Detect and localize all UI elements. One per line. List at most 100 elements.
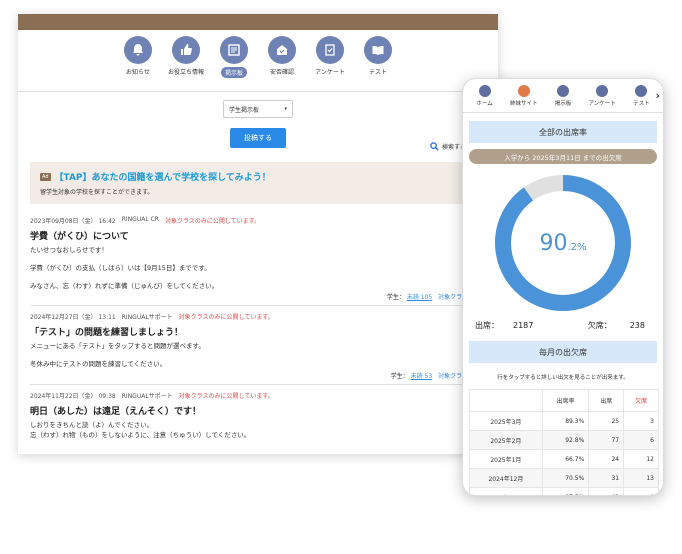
table-row[interactable]: 2024年11月87.5%426 bbox=[469, 487, 659, 495]
header-rate: 出席率 bbox=[541, 389, 590, 412]
unread-link[interactable]: 未読 105 bbox=[407, 294, 432, 301]
header-month bbox=[469, 389, 543, 412]
cell-rate: 70.5% bbox=[541, 468, 590, 488]
cell-month: 2024年11月 bbox=[469, 487, 543, 495]
board-select[interactable]: 学生掲示板 ▾ bbox=[223, 100, 293, 118]
post-item[interactable]: 2023年09月08日（金） 16:42 RINGUAL CR 対象クラスのみに… bbox=[30, 210, 486, 307]
house-check-icon bbox=[268, 36, 296, 64]
post-line: 冬休み中にテストの問題を練習してください。 bbox=[30, 360, 167, 369]
ad-banner[interactable]: Ad 【TAP】あなたの国籍を選んで学校を探してみよう！ 留学生対象の学校を探す… bbox=[30, 162, 486, 204]
nav-label: アンケート bbox=[315, 69, 345, 76]
nav-safety[interactable]: 安否確認 bbox=[262, 36, 302, 91]
phone-nav-test[interactable]: テスト bbox=[624, 85, 658, 112]
nav-notices[interactable]: お知らせ bbox=[118, 36, 158, 91]
post-body: メニューにある「テスト」をタップすると問題が選べます。 冬休み中にテストの問題を… bbox=[30, 342, 486, 369]
nav-label: 掲示板 bbox=[220, 67, 247, 78]
home-icon bbox=[478, 85, 491, 97]
monthly-hint: 行をタップすると詳しい出欠を見ることが出来ます。 bbox=[497, 375, 629, 381]
post-date: 2024年11月22日（金） 09:38 bbox=[30, 392, 116, 400]
top-bar bbox=[18, 14, 498, 30]
attendance-heading: 全部の出席率 bbox=[469, 121, 657, 143]
cell-absent: 6 bbox=[623, 430, 659, 450]
phone-nav-home[interactable]: ホーム bbox=[468, 85, 502, 112]
nav-board[interactable]: 掲示板 bbox=[214, 36, 254, 91]
header-absent: 欠席 bbox=[623, 389, 659, 412]
phone-nav-survey[interactable]: アンケート bbox=[585, 85, 619, 112]
board-content: 学生掲示板 ▾ 投稿する 検索する bbox=[18, 100, 498, 151]
post-button[interactable]: 投稿する bbox=[230, 128, 286, 148]
nav-survey[interactable]: アンケート bbox=[310, 36, 350, 91]
board-select-value: 学生掲示板 bbox=[229, 106, 260, 114]
cell-absent: 6 bbox=[623, 487, 659, 495]
phone-nav: ホーム 姉妹サイト 掲示板 アンケート テスト › bbox=[463, 79, 663, 113]
post-item[interactable]: 2024年11月22日（金） 09:38 RINGUALサポート 対象クラスのみ… bbox=[30, 385, 486, 453]
post-line: たいせつなおしらせです！ bbox=[30, 246, 108, 254]
nav-test[interactable]: テスト bbox=[358, 36, 398, 91]
post-title: 「テスト」の問題を練習しましょう！ bbox=[30, 328, 184, 339]
post-title: 明日（あした）は遠足（えんそく）です！ bbox=[30, 406, 202, 417]
attendance-counts: 出席： 2187 欠席： 238 bbox=[463, 314, 663, 331]
phone-nav-sister-sites[interactable]: 姉妹サイト bbox=[507, 85, 541, 112]
post-scope: 対象クラスのみに公開しています。 bbox=[178, 392, 274, 400]
cell-absent: 13 bbox=[623, 468, 659, 488]
cell-rate: 92.8% bbox=[541, 430, 590, 450]
ad-badge: Ad bbox=[40, 172, 51, 181]
phone-nav-label: テスト bbox=[633, 101, 650, 107]
nav-label: テスト bbox=[368, 69, 387, 76]
unread-link[interactable]: 未読 53 bbox=[411, 373, 433, 380]
book-icon bbox=[635, 85, 648, 97]
nav-useful-info[interactable]: お役立ち情報 bbox=[166, 36, 206, 91]
post-item[interactable]: 2024年12月27日（金） 13:11 RINGUALサポート 対象クラスのみ… bbox=[30, 306, 486, 385]
table-row[interactable]: 2025年3月 89.3% 25 3 bbox=[469, 411, 659, 431]
cell-absent: 12 bbox=[623, 449, 659, 469]
chevron-down-icon: ▾ bbox=[284, 106, 287, 112]
search-link[interactable]: 検索する bbox=[430, 142, 466, 151]
present-count: 2187 bbox=[513, 321, 534, 330]
phone-nav-label: 姉妹サイト bbox=[510, 101, 538, 107]
phone-nav-label: アンケート bbox=[588, 101, 616, 107]
post-author: RINGUAL CR bbox=[121, 216, 159, 223]
post-audience-label: 学生： bbox=[386, 294, 405, 302]
cell-absent: 3 bbox=[623, 411, 659, 431]
cell-month: 2025年3月 bbox=[469, 411, 543, 431]
table-row[interactable]: 2025年2月 92.8% 77 6 bbox=[469, 430, 659, 450]
cell-month: 2024年12月 bbox=[469, 468, 543, 488]
board-icon bbox=[556, 85, 569, 97]
attendance-donut: 90 .2% bbox=[492, 172, 634, 314]
nav-label: 安否確認 bbox=[269, 69, 294, 76]
thumbs-up-icon bbox=[172, 36, 200, 64]
survey-icon bbox=[316, 36, 344, 64]
post-author: RINGUALサポート bbox=[121, 392, 173, 400]
ad-subtitle: 留学生対象の学校を探すことができます。 bbox=[40, 189, 154, 196]
cell-present: 24 bbox=[588, 449, 625, 469]
monthly-heading: 毎月の出欠席 bbox=[469, 341, 657, 363]
cell-present: 31 bbox=[588, 468, 625, 488]
cell-month: 2025年2月 bbox=[469, 430, 543, 450]
table-header-row: 出席率 出席 欠席 bbox=[469, 389, 659, 412]
cell-rate: 89.3% bbox=[541, 411, 590, 431]
header-present: 出席 bbox=[588, 389, 625, 412]
post-date: 2023年09月08日（金） 16:42 bbox=[30, 218, 116, 225]
search-icon bbox=[430, 142, 439, 151]
attendance-rate: 90 .2% bbox=[492, 172, 634, 314]
table-row[interactable]: 2024年12月 70.5% 31 13 bbox=[469, 468, 659, 488]
present-label: 出席： bbox=[475, 321, 499, 330]
absent-count: 238 bbox=[629, 321, 645, 330]
cell-rate: 66.7% bbox=[541, 449, 590, 469]
sites-icon bbox=[517, 85, 530, 97]
chevron-right-icon[interactable]: › bbox=[655, 89, 660, 102]
monthly-table: 出席率 出席 欠席 2025年3月 89.3% 25 3 2025年2月 92.8% 77… bbox=[469, 389, 659, 495]
cell-rate: 87.5% bbox=[541, 487, 590, 495]
post-audience-label: 学生： bbox=[390, 372, 409, 380]
table-row[interactable]: 2025年1月 66.7% 24 12 bbox=[469, 449, 659, 469]
cell-month: 2025年1月 bbox=[469, 449, 543, 469]
post-body: しおりをきちんと読（よ）んでください。 忘（わす）れ物（もの）をしないように、注… bbox=[30, 421, 486, 440]
post-author: RINGUALサポート bbox=[121, 314, 173, 322]
post-body: たいせつなおしらせです！ 学費（がくひ）の支払（しはら）いは【9月15日】までで… bbox=[30, 246, 486, 290]
nav-label: お知らせ bbox=[126, 69, 150, 76]
post-footer: 学生： 未読 105 対象クラスを見る bbox=[30, 292, 486, 301]
phone-nav-board[interactable]: 掲示板 bbox=[546, 85, 580, 112]
post-scope: 対象クラスのみに公開しています。 bbox=[178, 314, 274, 322]
board-icon bbox=[220, 36, 248, 64]
post-line: 忘（わす）れ物（もの）をしないように、注意（ちゅうい）してください。 bbox=[30, 430, 251, 439]
